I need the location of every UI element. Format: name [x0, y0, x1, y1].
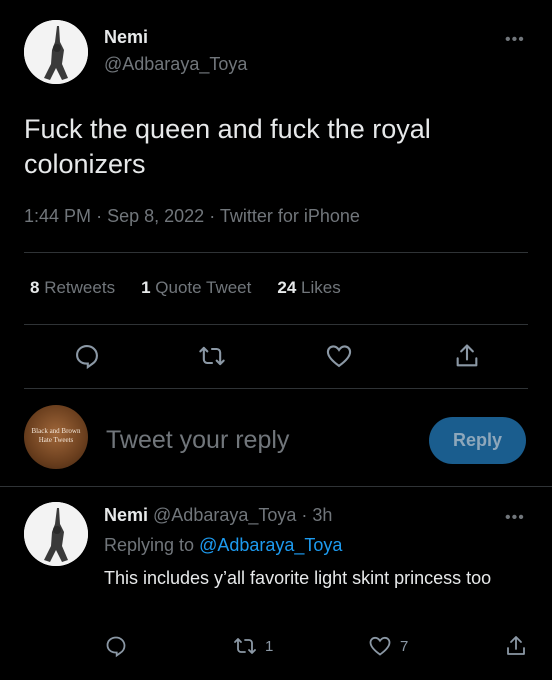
reply-like-button[interactable]: 7 — [368, 634, 408, 658]
tweet-text: Fuck the queen and fuck the royal coloni… — [24, 114, 431, 179]
retweets-label: Retweets — [44, 278, 116, 297]
reply-author-name[interactable]: Nemi — [104, 505, 148, 525]
like-icon — [369, 636, 391, 656]
retweet-button[interactable] — [198, 342, 226, 370]
compose-avatar-text: Black and Brown Hate Tweets — [31, 427, 81, 444]
reply-author-handle[interactable]: @Adbaraya_Toya — [153, 505, 296, 525]
section-divider — [0, 486, 552, 487]
replying-to: Replying to @Adbaraya_Toya — [104, 535, 342, 556]
more-options-icon[interactable]: ••• — [505, 32, 525, 48]
reply-more-options-icon[interactable]: ••• — [505, 510, 525, 526]
reply-text: This includes y’all favorite light skint… — [104, 568, 492, 588]
likes-label: Likes — [301, 278, 341, 297]
like-icon — [326, 345, 352, 368]
retweet-icon — [234, 638, 256, 654]
tweet-source[interactable]: Twitter for iPhone — [220, 206, 360, 226]
share-button[interactable] — [453, 342, 481, 370]
reply-separator: · — [301, 505, 308, 525]
retweets-stat[interactable]: 8 Retweets — [30, 278, 115, 298]
author-avatar[interactable] — [24, 20, 88, 84]
reply-share-button[interactable] — [504, 634, 528, 658]
quotes-count: 1 — [141, 278, 151, 297]
reply-author-avatar[interactable] — [24, 502, 88, 566]
meta-separator: · — [209, 206, 216, 226]
reply-age[interactable]: 3h — [312, 505, 332, 525]
reply-button[interactable] — [73, 342, 101, 370]
reply-icon — [76, 345, 98, 370]
meta-separator: · — [96, 206, 103, 226]
retweets-count: 8 — [30, 278, 40, 297]
divider — [24, 388, 528, 389]
retweet-icon — [199, 346, 225, 366]
likes-stat[interactable]: 24 Likes — [277, 278, 340, 298]
tweet-date[interactable]: Sep 8, 2022 — [107, 206, 204, 226]
divider — [24, 252, 528, 253]
reply-icon — [106, 636, 126, 658]
compose-avatar[interactable]: Black and Brown Hate Tweets — [24, 405, 88, 469]
reply-retweet-button[interactable]: 1 — [233, 634, 273, 658]
avatar-figure-image — [24, 20, 88, 84]
like-button[interactable] — [325, 342, 353, 370]
divider — [24, 324, 528, 325]
replying-to-handle[interactable]: @Adbaraya_Toya — [199, 535, 342, 555]
reply-like-count: 7 — [400, 637, 409, 655]
tweet-stats: 8 Retweets 1 Quote Tweet 24 Likes — [30, 278, 367, 298]
share-icon — [507, 636, 525, 655]
tweet-metadata: 1:44 PM · Sep 8, 2022 · Twitter for iPho… — [24, 206, 360, 227]
likes-count: 24 — [277, 278, 297, 297]
reply-submit-button[interactable]: Reply — [429, 417, 526, 464]
share-icon — [456, 344, 478, 367]
tweet-time[interactable]: 1:44 PM — [24, 206, 91, 226]
reply-retweet-count: 1 — [265, 637, 274, 655]
quotes-label: Quote Tweet — [155, 278, 252, 297]
author-handle[interactable]: @Adbaraya_Toya — [104, 54, 247, 75]
avatar-figure-image — [24, 502, 88, 566]
quotes-stat[interactable]: 1 Quote Tweet — [141, 278, 251, 298]
replying-to-label: Replying to — [104, 535, 195, 555]
reply-reply-button[interactable] — [104, 634, 128, 658]
reply-header: Nemi @Adbaraya_Toya · 3h — [104, 505, 332, 526]
author-name[interactable]: Nemi — [104, 27, 148, 48]
reply-input[interactable]: Tweet your reply — [106, 426, 289, 455]
